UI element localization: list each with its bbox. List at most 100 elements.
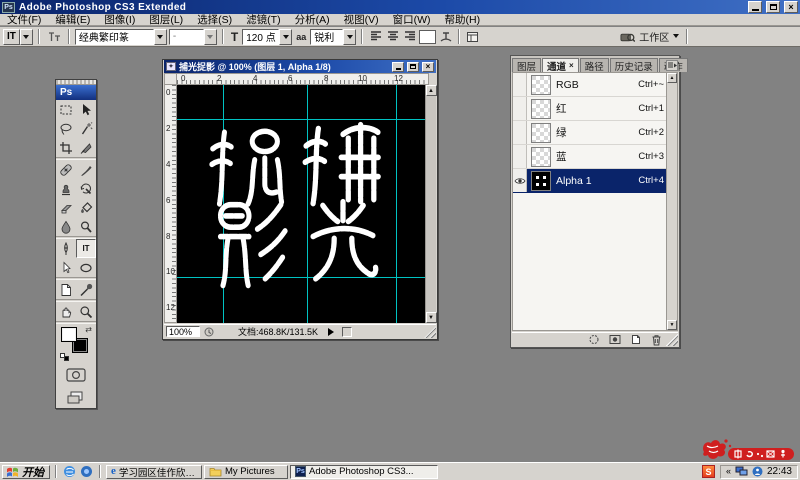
- canvas[interactable]: [177, 85, 429, 323]
- close-button[interactable]: ×: [784, 1, 798, 13]
- task-button-my-pictures[interactable]: My Pictures: [204, 465, 288, 479]
- guide-line[interactable]: [396, 85, 397, 323]
- lasso-tool[interactable]: [56, 119, 76, 138]
- doc-minimize-button[interactable]: [392, 62, 404, 72]
- zoom-tool[interactable]: [76, 302, 96, 321]
- menu-file[interactable]: 文件(F): [0, 12, 48, 27]
- align-center-button[interactable]: [385, 29, 400, 44]
- move-tool[interactable]: [76, 100, 96, 119]
- menu-select[interactable]: 选择(S): [190, 12, 239, 27]
- resize-grip[interactable]: [424, 326, 436, 338]
- eyedropper-tool[interactable]: [76, 280, 96, 299]
- channel-row-green[interactable]: 绿 Ctrl+2: [513, 121, 677, 145]
- start-button[interactable]: 开始: [2, 465, 50, 479]
- align-left-button[interactable]: [368, 29, 383, 44]
- ime-icon[interactable]: S: [702, 465, 715, 478]
- channel-row-blue[interactable]: 蓝 Ctrl+3: [513, 145, 677, 169]
- path-selection-tool[interactable]: [56, 258, 76, 277]
- zoom-level-field[interactable]: 100%: [166, 326, 200, 337]
- menu-image[interactable]: 图像(I): [97, 12, 142, 27]
- quicklaunch-desktop-icon[interactable]: [79, 464, 94, 479]
- font-style-combo[interactable]: -: [169, 29, 217, 45]
- menu-view[interactable]: 视图(V): [337, 12, 386, 27]
- scroll-up-icon[interactable]: ▲: [667, 73, 677, 83]
- task-button-webpage[interactable]: e 学习园区佳作欣赏 摄...: [106, 465, 202, 479]
- restore-button[interactable]: [766, 1, 780, 13]
- doc-maximize-button[interactable]: [407, 62, 419, 72]
- save-selection-icon[interactable]: [609, 334, 621, 345]
- palette-resize-grip[interactable]: [666, 334, 678, 346]
- text-color-swatch[interactable]: [419, 30, 436, 44]
- horizontal-ruler[interactable]: 0 2 4 6 8 10 12: [177, 73, 429, 85]
- channel-row-red[interactable]: 红 Ctrl+1: [513, 97, 677, 121]
- scroll-down-icon[interactable]: ▼: [667, 320, 677, 330]
- menu-layer[interactable]: 图层(L): [142, 12, 190, 27]
- messenger-tray-icon[interactable]: [752, 466, 763, 477]
- menu-analysis[interactable]: 分析(A): [288, 12, 337, 27]
- h-scroll-thumb[interactable]: [342, 327, 352, 337]
- magic-wand-tool[interactable]: [76, 119, 96, 138]
- align-right-button[interactable]: [402, 29, 417, 44]
- hand-tool[interactable]: [56, 302, 76, 321]
- screen-mode-button[interactable]: [56, 386, 96, 408]
- slice-tool[interactable]: [76, 138, 96, 157]
- text-orientation-icon[interactable]: [45, 29, 63, 45]
- quick-mask-button[interactable]: [56, 364, 96, 386]
- tab-layers[interactable]: 图层: [512, 58, 541, 72]
- vertical-ruler[interactable]: 0 2 4 6 8 10 12: [164, 85, 177, 323]
- history-brush-tool[interactable]: [76, 179, 96, 198]
- tab-paths[interactable]: 路径: [580, 58, 609, 72]
- tab-close-icon[interactable]: ×: [569, 61, 574, 70]
- font-family-combo[interactable]: 经典繁印篆: [75, 29, 167, 45]
- ruler-origin[interactable]: [164, 73, 177, 85]
- eraser-tool[interactable]: [56, 198, 76, 217]
- crop-tool[interactable]: [56, 138, 76, 157]
- minimize-button[interactable]: [748, 1, 762, 13]
- notes-tool[interactable]: [56, 280, 76, 299]
- new-channel-icon[interactable]: [630, 334, 642, 345]
- workspace-button[interactable]: 工作区: [637, 29, 681, 45]
- visibility-toggle[interactable]: [513, 97, 527, 120]
- palette-menu-button[interactable]: [666, 60, 678, 71]
- dodge-tool[interactable]: [76, 217, 96, 236]
- anti-alias-dropdown[interactable]: [343, 29, 356, 45]
- anti-alias-combo[interactable]: 锐利: [310, 29, 356, 45]
- status-menu-arrow-icon[interactable]: [328, 328, 338, 336]
- warp-text-icon[interactable]: [438, 29, 453, 44]
- font-style-dropdown[interactable]: [204, 29, 217, 45]
- pen-tool[interactable]: [56, 239, 76, 258]
- preset-dropdown-button[interactable]: [20, 29, 33, 45]
- task-button-photoshop[interactable]: Ps Adobe Photoshop CS3...: [290, 465, 438, 479]
- font-family-dropdown[interactable]: [154, 29, 167, 45]
- channel-row-alpha1[interactable]: Alpha 1 Ctrl+4: [513, 169, 677, 193]
- menu-edit[interactable]: 编辑(E): [48, 12, 97, 27]
- character-palette-toggle-icon[interactable]: [465, 29, 480, 44]
- font-size-dropdown[interactable]: [279, 29, 292, 45]
- delete-channel-icon[interactable]: [651, 334, 662, 346]
- marquee-tool[interactable]: [56, 100, 76, 119]
- visibility-toggle[interactable]: [513, 145, 527, 168]
- foreground-color-swatch[interactable]: [61, 327, 77, 342]
- default-colors-icon[interactable]: [60, 353, 69, 361]
- tool-preset-picker[interactable]: IT: [3, 29, 33, 45]
- quicklaunch-ie-icon[interactable]: [62, 464, 77, 479]
- paint-bucket-tool[interactable]: [76, 198, 96, 217]
- doc-close-button[interactable]: ×: [422, 62, 434, 72]
- tray-collapse-icon[interactable]: «: [726, 467, 731, 476]
- visibility-toggle[interactable]: [513, 121, 527, 144]
- tab-history[interactable]: 历史记录: [610, 58, 658, 72]
- vertical-scrollbar[interactable]: ▲ ▼: [425, 85, 436, 323]
- font-size-combo[interactable]: 120 点: [242, 29, 292, 45]
- menu-help[interactable]: 帮助(H): [438, 12, 488, 27]
- load-selection-icon[interactable]: [588, 334, 600, 345]
- scroll-down-icon[interactable]: ▼: [426, 312, 437, 323]
- scroll-up-icon[interactable]: ▲: [426, 85, 437, 96]
- bridge-icon[interactable]: [620, 29, 635, 44]
- document-titlebar[interactable]: ✦ 捕光捉影 @ 100% (图层 1, Alpha 1/8) ×: [164, 60, 436, 73]
- swap-colors-icon[interactable]: ⇄: [85, 326, 92, 334]
- blur-tool[interactable]: [56, 217, 76, 236]
- visibility-toggle[interactable]: [513, 73, 527, 96]
- shape-tool[interactable]: [76, 258, 96, 277]
- palette-scrollbar[interactable]: ▲ ▼: [666, 73, 677, 330]
- menu-window[interactable]: 窗口(W): [386, 12, 438, 27]
